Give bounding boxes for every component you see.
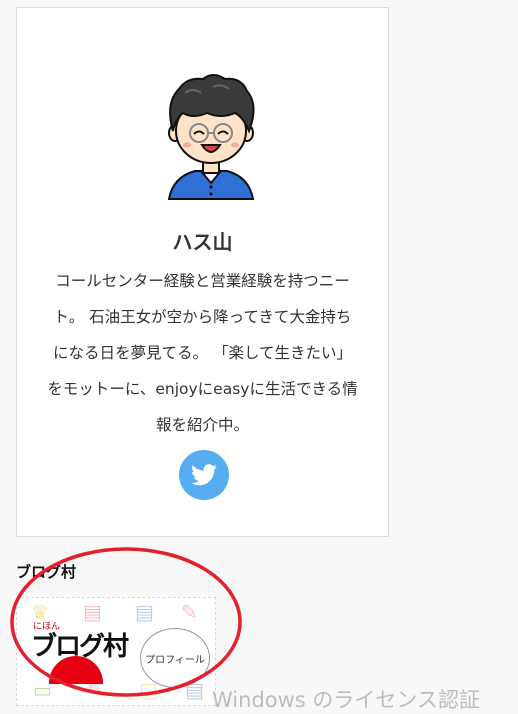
widget-title: ブログ村 bbox=[16, 563, 77, 581]
twitter-button[interactable] bbox=[179, 450, 229, 500]
profile-bubble: プロフィール bbox=[140, 628, 210, 688]
bio-line: になる日を夢見てる。 「楽して生きたい」 bbox=[53, 344, 352, 362]
bio-line: コールセンター経験と営業経験を持つニー bbox=[55, 272, 350, 290]
document-icon: ▤ bbox=[135, 600, 154, 624]
pencil-icon: ✎ bbox=[181, 600, 198, 624]
activation-watermark: Windows のライセンス認証 bbox=[212, 688, 480, 712]
bio-line: ト。 石油王女が空から降ってきて大金持ち bbox=[53, 308, 352, 326]
bio-line: をモットーに、enjoyにeasyに生活できる情 bbox=[47, 380, 358, 398]
profile-bio: コールセンター経験と営業経験を持つニー ト。 石油王女が空から降ってきて大金持ち… bbox=[43, 263, 362, 443]
profile-card: ハス山 コールセンター経験と営業経験を持つニー ト。 石油王女が空から降ってきて… bbox=[16, 7, 389, 537]
avatar bbox=[167, 74, 255, 200]
blogmura-logo: ブログ村 bbox=[31, 632, 129, 662]
bio-line: 報を紹介中。 bbox=[155, 416, 249, 434]
blogmura-banner[interactable]: ♛ ▤ ▤ ✎ ▭ ✎ ▢ ▤ にほん ブログ村 プロフィール bbox=[16, 597, 216, 706]
document-icon: ▤ bbox=[83, 600, 102, 624]
twitter-bird-icon bbox=[191, 464, 217, 486]
profile-name: ハス山 bbox=[172, 230, 233, 254]
